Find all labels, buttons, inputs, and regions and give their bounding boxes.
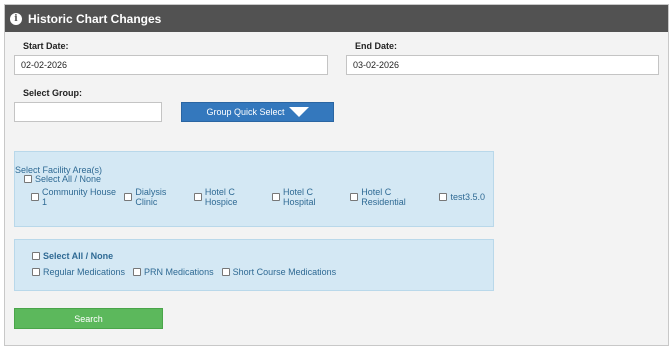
- group-quick-select-button[interactable]: Group Quick Select: [181, 102, 334, 122]
- facility-item[interactable]: test3.5.0: [439, 192, 485, 202]
- facility-item-checkbox[interactable]: [124, 193, 133, 201]
- facility-select-all-label: Select All / None: [35, 174, 102, 184]
- facility-select-all[interactable]: Select All / None: [24, 174, 101, 184]
- medication-item-checkbox[interactable]: [133, 268, 142, 276]
- panel-title: Historic Chart Changes: [28, 11, 162, 26]
- facility-item-label: Dialysis Clinic: [135, 187, 167, 207]
- medications-select-all-checkbox[interactable]: [32, 252, 40, 260]
- select-group-input[interactable]: [14, 102, 162, 122]
- medication-item[interactable]: PRN Medications: [133, 267, 214, 277]
- facility-item-label: Hotel C Residential: [361, 187, 406, 207]
- facility-item-checkbox[interactable]: [193, 193, 202, 201]
- search-button-label: Search: [74, 313, 103, 324]
- facility-item-checkbox[interactable]: [31, 193, 39, 201]
- medications-select-all-label: Select All / None: [43, 251, 114, 261]
- medications-box: Select All / None Regular Medications PR…: [14, 239, 494, 291]
- facility-item-label: test3.5.0: [450, 192, 486, 202]
- medication-item[interactable]: Short Course Medications: [221, 267, 337, 277]
- facility-item-checkbox[interactable]: [350, 193, 359, 201]
- facility-select-all-checkbox[interactable]: [24, 175, 32, 183]
- historic-chart-changes-panel: i Historic Chart Changes Start Date: End…: [4, 4, 669, 346]
- dropdown-arrow-icon: [288, 107, 309, 117]
- facility-item[interactable]: Hotel C Residential: [350, 187, 431, 207]
- facility-item[interactable]: Community House 1: [31, 187, 116, 207]
- start-date-input[interactable]: [14, 55, 328, 75]
- medication-item-checkbox[interactable]: [32, 268, 40, 276]
- medication-item-label: Short Course Medications: [232, 267, 337, 277]
- select-group-label: Select Group:: [23, 88, 83, 98]
- search-button[interactable]: Search: [14, 308, 163, 329]
- start-date-label: Start Date:: [23, 41, 69, 51]
- group-quick-select-label: Group Quick Select: [206, 107, 285, 117]
- facility-item[interactable]: Hotel C Hospice: [193, 187, 264, 207]
- medication-item-label: PRN Medications: [144, 267, 214, 277]
- medication-item-label: Regular Medications: [43, 267, 126, 277]
- medications-select-all[interactable]: Select All / None: [32, 251, 113, 261]
- facility-item-label: Hotel C Hospice: [204, 187, 238, 207]
- facility-item[interactable]: Dialysis Clinic: [124, 187, 185, 207]
- facility-area-box: Select Facility Area(s) Select All / Non…: [14, 151, 494, 227]
- medication-item[interactable]: Regular Medications: [32, 267, 125, 277]
- facility-item-checkbox[interactable]: [439, 193, 448, 201]
- facility-item[interactable]: Hotel C Hospital: [272, 187, 342, 207]
- facility-item-label: Hotel C Hospital: [283, 187, 316, 207]
- medication-item-checkbox[interactable]: [221, 268, 230, 276]
- info-icon: i: [10, 12, 22, 25]
- panel-header: i Historic Chart Changes: [5, 5, 668, 32]
- medications-items-row: Regular Medications PRN Medications Shor…: [32, 267, 344, 277]
- facility-item-checkbox[interactable]: [272, 193, 281, 201]
- facility-item-label: Community House 1: [42, 187, 117, 207]
- facility-items-row: Community House 1 Dialysis Clinic Hotel …: [31, 187, 493, 207]
- end-date-input[interactable]: [346, 55, 659, 75]
- end-date-label: End Date:: [355, 41, 398, 51]
